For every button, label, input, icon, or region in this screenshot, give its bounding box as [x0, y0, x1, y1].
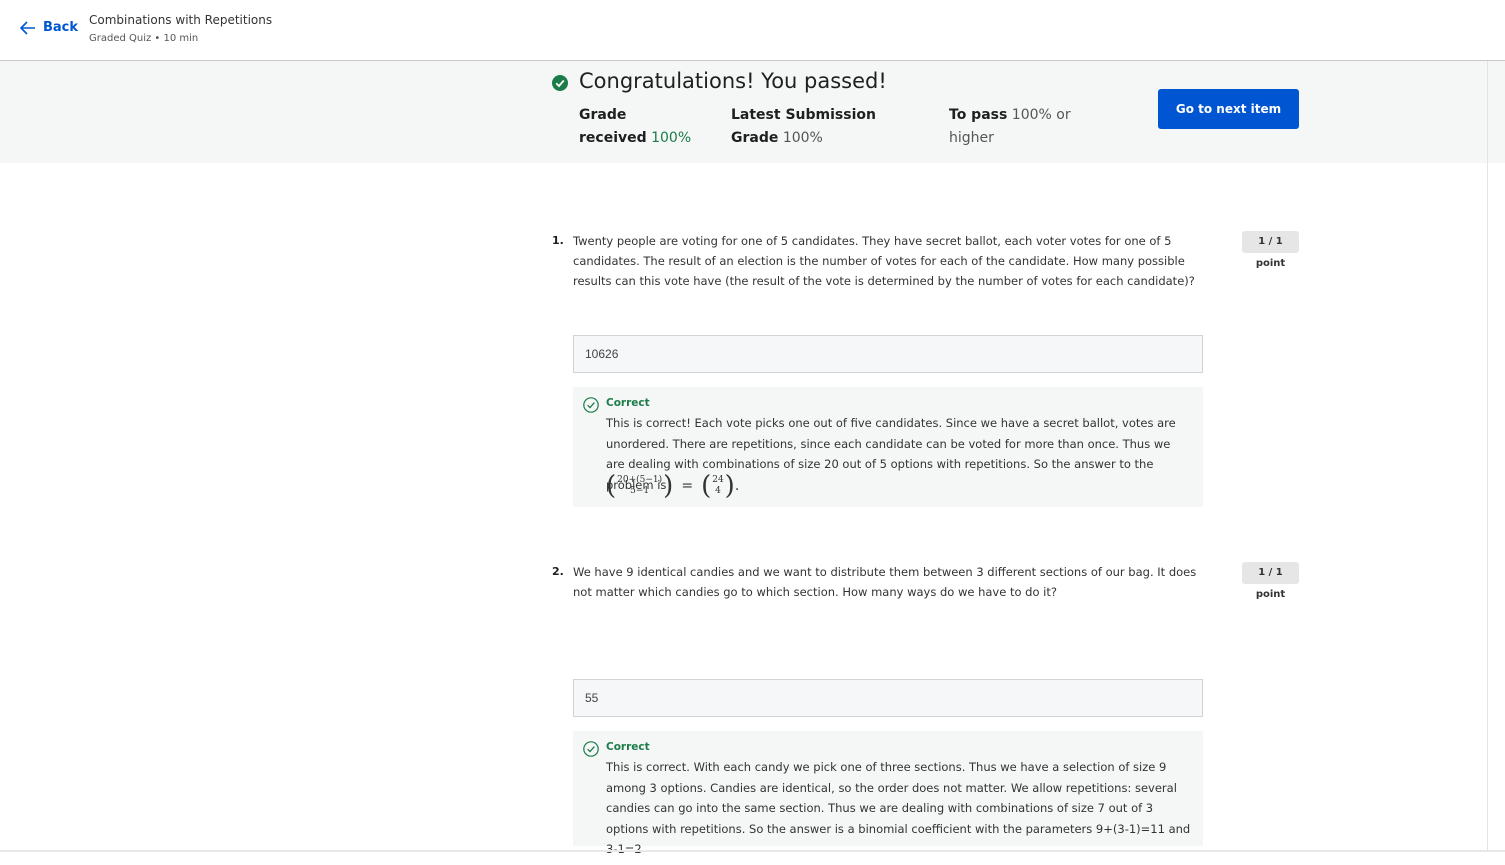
check-circle-outline-icon: [583, 741, 599, 757]
latest-submission-grade: Latest Submission Grade 100%: [731, 104, 911, 150]
scrollbar-track[interactable]: [1487, 61, 1488, 851]
to-pass: To pass 100% or higher: [949, 104, 1099, 150]
feedback-label: Correct: [606, 397, 650, 409]
binomial-lhs-top: 20+(5−1): [617, 475, 663, 485]
to-pass-value-1: 100% or: [1011, 107, 1071, 123]
question-text: We have 9 identical candies and we want …: [573, 565, 1197, 599]
to-pass-label: To pass: [949, 107, 1008, 123]
top-header: Back Combinations with Repetitions Grade…: [0, 0, 1505, 61]
feedback-text: This is correct. With each candy we pick…: [606, 760, 1191, 856]
answer-field[interactable]: [573, 679, 1203, 717]
back-link[interactable]: Back: [20, 20, 78, 35]
feedback-panel: Correct This is correct. With each candy…: [573, 731, 1203, 856]
binomial-rhs-top: 24: [712, 475, 724, 485]
question-number: 2.: [552, 565, 564, 578]
points-badge: 1 / 1 point: [1242, 231, 1299, 269]
latest-label-1: Latest Submission: [731, 107, 876, 123]
bottom-divider: [0, 850, 1505, 852]
latest-value: 100%: [782, 130, 823, 146]
equals-sign: =: [681, 478, 694, 494]
go-to-next-item-button[interactable]: Go to next item: [1158, 89, 1299, 129]
binomial-rhs-bottom: 4: [715, 486, 721, 496]
to-pass-value-2: higher: [949, 130, 994, 146]
quiz-subtitle: Graded Quiz • 10 min: [89, 33, 199, 44]
binomial-lhs-bottom: 5−1: [630, 486, 650, 496]
arrow-left-icon: [20, 20, 35, 35]
quiz-title: Combinations with Repetitions: [89, 13, 273, 27]
latest-label-2: Grade: [731, 130, 779, 146]
check-circle-outline-icon: [583, 397, 599, 413]
grade-received-label-1: Grade: [579, 107, 627, 123]
answer-field[interactable]: [573, 335, 1203, 373]
back-label: Back: [43, 20, 79, 35]
binomial-lhs: ( 20+(5−1) 5−1 ): [606, 471, 674, 501]
feedback-label: Correct: [606, 741, 650, 753]
pass-title: Congratulations! You passed!: [579, 69, 887, 93]
question-text: Twenty people are voting for one of 5 ca…: [573, 234, 1195, 288]
grade-received: Grade received 100%: [579, 104, 709, 150]
formula-end: .: [734, 478, 740, 494]
question-number: 1.: [552, 234, 564, 247]
binomial-formula: ( 20+(5−1) 5−1 ) = ( 24 4 ) .: [606, 473, 739, 499]
answer-input[interactable]: [574, 680, 1196, 716]
grade-received-label-2: received: [579, 130, 647, 146]
answer-input[interactable]: [574, 336, 1196, 372]
check-circle-icon: [552, 75, 568, 91]
binomial-rhs: ( 24 4 ): [701, 471, 735, 501]
feedback-panel: Correct This is correct! Each vote picks…: [573, 387, 1203, 507]
grade-received-value: 100%: [651, 130, 692, 146]
points-badge: 1 / 1 point: [1242, 562, 1299, 600]
